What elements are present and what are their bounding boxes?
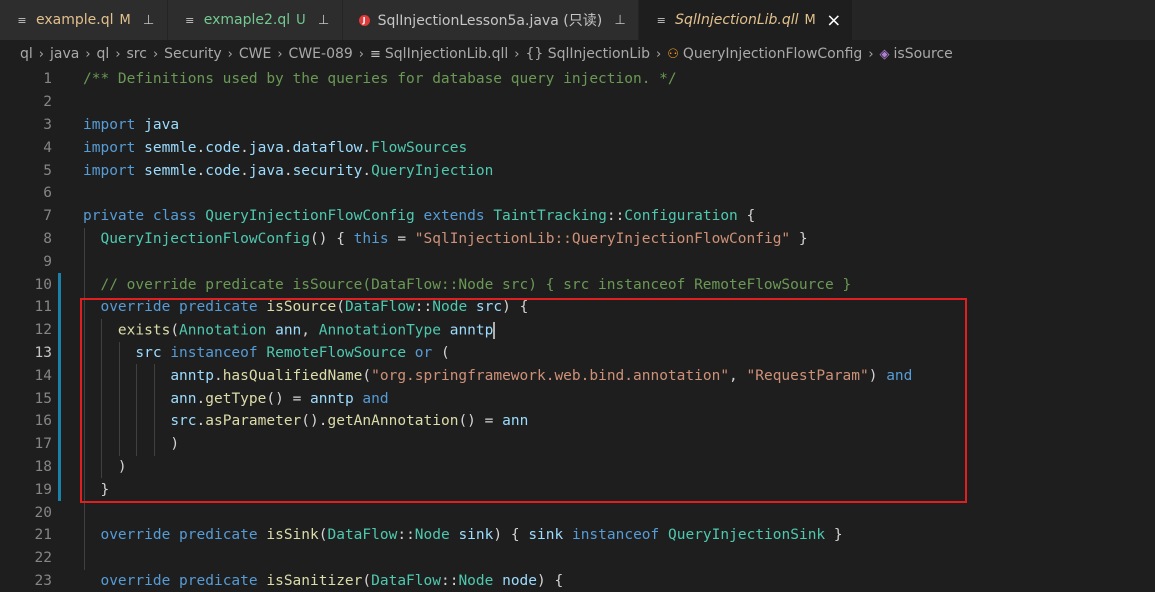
editor-tab-bar: ≡ example.ql M ⊥ ≡ exmaple2.ql U ⊥ J Sql…	[0, 0, 1155, 40]
tab-label: SqlInjectionLesson5a.java (只读)	[377, 13, 603, 29]
line-number: 19	[34, 481, 52, 498]
git-status-badge: M	[119, 12, 131, 28]
code-line[interactable]: 9	[0, 250, 1155, 273]
code-text: // override predicate isSource(DataFlow:…	[83, 276, 852, 293]
breadcrumb-item[interactable]: QueryInjectionFlowConfig	[683, 46, 862, 62]
code-line[interactable]: 23 override predicate isSanitizer(DataFl…	[0, 570, 1155, 592]
chevron-right-icon: ›	[656, 46, 662, 62]
git-status-badge: U	[296, 12, 306, 28]
chevron-right-icon: ›	[38, 46, 44, 62]
tab-label: SqlInjectionLib.qll	[675, 12, 799, 28]
code-text: QueryInjectionFlowConfig() { this = "Sql…	[100, 230, 808, 247]
code-line[interactable]: 2	[0, 91, 1155, 114]
menu-lines-icon: ≡	[656, 13, 666, 27]
code-text: import semmle.code.java.dataflow.FlowSou…	[83, 139, 468, 156]
code-line[interactable]: 4 import semmle.code.java.dataflow.FlowSo…	[0, 136, 1155, 159]
line-number: 18	[34, 458, 52, 475]
line-number: 4	[43, 139, 52, 156]
code-line[interactable]: 3 import java	[0, 114, 1155, 137]
line-number: 14	[34, 367, 52, 384]
code-text: override predicate isSanitizer(DataFlow:…	[100, 572, 564, 589]
line-number: 20	[34, 504, 52, 521]
tab-sqlinjectionlesson5a-java[interactable]: J SqlInjectionLesson5a.java (只读) ⊥	[342, 0, 640, 40]
pin-icon[interactable]: ⊥	[612, 13, 628, 28]
line-number: 17	[34, 436, 52, 453]
breadcrumb-item[interactable]: SqlInjectionLib.qll	[385, 46, 508, 62]
line-number: 16	[34, 413, 52, 430]
chevron-right-icon: ›	[227, 46, 233, 62]
line-number: 23	[34, 572, 52, 589]
line-number: 1	[43, 71, 52, 88]
code-line[interactable]: 1 /** Definitions used by the queries for…	[0, 68, 1155, 91]
line-number: 10	[34, 276, 52, 293]
code-line[interactable]: 20	[0, 501, 1155, 524]
tab-example-ql[interactable]: ≡ example.ql M ⊥	[0, 0, 168, 40]
git-status-badge: M	[804, 12, 816, 28]
breadcrumb-item[interactable]: ql	[97, 46, 110, 62]
chevron-right-icon: ›	[152, 46, 159, 62]
line-number: 21	[34, 527, 52, 544]
breadcrumb-item[interactable]: {} SqlInjectionLib	[525, 46, 650, 62]
breadcrumb-item[interactable]: isSource	[894, 46, 953, 62]
chevron-right-icon: ›	[514, 46, 520, 62]
line-number: 11	[34, 299, 52, 316]
code-line[interactable]: 8 QueryInjectionFlowConfig() { this = "S…	[0, 228, 1155, 251]
code-line[interactable]: 10 // override predicate isSource(DataFl…	[0, 273, 1155, 296]
code-text: override predicate isSink(DataFlow::Node…	[100, 527, 843, 544]
close-icon[interactable]: ×	[826, 10, 842, 31]
line-number: 15	[34, 390, 52, 407]
code-text: import java	[83, 116, 180, 133]
menu-lines-icon: ≡	[185, 13, 195, 27]
line-number: 5	[43, 162, 52, 179]
chevron-right-icon: ›	[277, 46, 283, 62]
line-number: 3	[43, 116, 52, 133]
line-number: 13	[34, 344, 52, 361]
tab-exmaple2-ql[interactable]: ≡ exmaple2.ql U ⊥	[167, 0, 343, 40]
line-number: 7	[43, 208, 52, 225]
line-number: 2	[43, 94, 52, 111]
red-annotation-box	[80, 298, 967, 503]
line-number: 8	[43, 230, 52, 247]
code-line[interactable]: 22	[0, 547, 1155, 570]
breadcrumb-item[interactable]: src	[127, 46, 147, 62]
code-line[interactable]: 21 override predicate isSink(DataFlow::N…	[0, 524, 1155, 547]
breadcrumb-item[interactable]: CWE	[239, 46, 271, 62]
menu-lines-icon: ≡	[17, 13, 27, 27]
chevron-right-icon: ›	[115, 46, 121, 62]
pin-icon[interactable]: ⊥	[141, 13, 157, 28]
tab-label: example.ql	[36, 12, 114, 28]
line-number: 22	[34, 550, 52, 567]
breadcrumb-item[interactable]: Security	[164, 46, 222, 62]
code-line[interactable]: 7 private class QueryInjectionFlowConfig …	[0, 205, 1155, 228]
chevron-right-icon: ›	[868, 46, 874, 62]
tab-label: exmaple2.ql	[203, 12, 291, 28]
breadcrumb-item[interactable]: ql	[20, 46, 33, 62]
method-cube-icon: ◈	[879, 46, 890, 62]
code-text: /** Definitions used by the queries for …	[83, 71, 677, 88]
breadcrumb: ql › java › ql › src › Security › CWE › …	[0, 40, 1155, 68]
line-number: 9	[43, 253, 52, 270]
tab-sqlinjectionlib-qll[interactable]: ≡ SqlInjectionLib.qll M ×	[639, 0, 853, 40]
code-text: import semmle.code.java.security.QueryIn…	[83, 162, 494, 179]
git-modified-gutter-mark	[58, 273, 61, 502]
java-icon: J	[358, 14, 370, 26]
chevron-right-icon: ›	[358, 46, 364, 62]
breadcrumb-item[interactable]: CWE-089	[289, 46, 353, 62]
class-icon: ⚇	[667, 46, 679, 62]
breadcrumb-item[interactable]: java	[50, 46, 79, 62]
code-text: private class QueryInjectionFlowConfig e…	[83, 208, 756, 225]
line-number: 6	[43, 185, 52, 202]
menu-lines-icon: ≡	[370, 46, 381, 62]
line-number: 12	[34, 322, 52, 339]
pin-icon[interactable]: ⊥	[316, 13, 332, 28]
chevron-right-icon: ›	[85, 46, 91, 62]
code-line[interactable]: 5 import semmle.code.java.security.QueryI…	[0, 159, 1155, 182]
code-line[interactable]: 6	[0, 182, 1155, 205]
